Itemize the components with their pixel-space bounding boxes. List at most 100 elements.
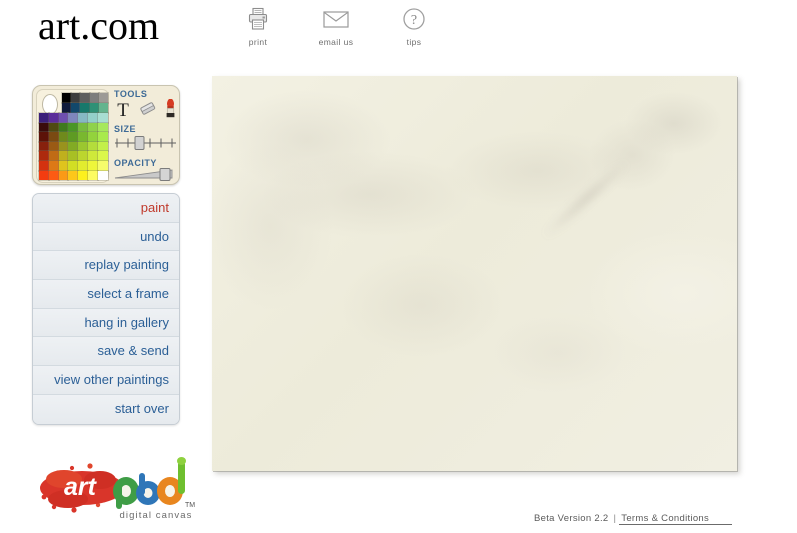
menu-item-view-other-paintings[interactable]: view other paintings bbox=[33, 366, 179, 395]
palette-swatch[interactable] bbox=[38, 170, 50, 181]
paint-canvas[interactable] bbox=[212, 76, 737, 471]
artpad-logo: art TM digital canvas bbox=[38, 455, 198, 523]
palette-swatch[interactable] bbox=[77, 131, 89, 143]
palette-swatch[interactable] bbox=[70, 102, 81, 114]
palette-swatch[interactable] bbox=[98, 92, 109, 104]
top-navigation: print email us ? tips bbox=[230, 4, 442, 47]
palette-swatch[interactable] bbox=[87, 131, 99, 143]
palette-swatch[interactable] bbox=[77, 150, 89, 162]
palette-swatch[interactable] bbox=[89, 92, 100, 104]
palette-swatch[interactable] bbox=[38, 160, 50, 172]
palette-swatch[interactable] bbox=[98, 102, 109, 114]
canvas-texture bbox=[212, 76, 737, 471]
question-circle-icon: ? bbox=[402, 4, 426, 34]
palette-swatch[interactable] bbox=[67, 122, 79, 133]
eraser-tool-button[interactable] bbox=[137, 100, 157, 120]
palette-swatch[interactable] bbox=[67, 170, 79, 181]
palette-swatch[interactable] bbox=[67, 160, 79, 172]
palette-swatch[interactable] bbox=[38, 112, 50, 124]
palette-swatch[interactable] bbox=[79, 92, 91, 104]
palette-swatch[interactable] bbox=[61, 92, 72, 104]
palette-swatch[interactable] bbox=[48, 131, 60, 143]
palette-swatch[interactable] bbox=[70, 92, 81, 104]
menu-item-save-send[interactable]: save & send bbox=[33, 337, 179, 367]
palette-swatch[interactable] bbox=[38, 122, 50, 133]
palette-swatch[interactable] bbox=[58, 131, 69, 143]
palette-swatch[interactable] bbox=[87, 170, 99, 181]
palette-swatch[interactable] bbox=[38, 150, 50, 162]
palette-swatch[interactable] bbox=[67, 141, 79, 152]
palette-swatch[interactable] bbox=[58, 170, 69, 181]
nav-label-email-us: email us bbox=[318, 37, 354, 47]
palette-swatch[interactable] bbox=[97, 141, 109, 152]
artpad-tagline: digital canvas bbox=[120, 510, 193, 521]
size-slider[interactable] bbox=[114, 135, 177, 151]
size-section-label: SIZE bbox=[114, 124, 137, 134]
footer: Beta Version 2.2 | Terms & Conditions bbox=[534, 513, 709, 524]
palette-swatch[interactable] bbox=[58, 112, 69, 124]
palette-swatch[interactable] bbox=[97, 122, 109, 133]
menu-item-hang-in-gallery[interactable]: hang in gallery bbox=[33, 308, 179, 338]
palette-swatch[interactable] bbox=[48, 112, 60, 124]
nav-item-print[interactable]: print bbox=[230, 4, 286, 47]
artpad-word-art: art bbox=[64, 473, 98, 501]
palette-swatch[interactable] bbox=[58, 160, 69, 172]
text-tool-button[interactable]: T bbox=[113, 100, 133, 120]
palette-swatch[interactable] bbox=[67, 150, 79, 162]
palette-swatch[interactable] bbox=[87, 122, 99, 133]
brush-tool-button[interactable] bbox=[161, 98, 181, 120]
palette-swatch[interactable] bbox=[48, 150, 60, 162]
color-palette[interactable] bbox=[36, 89, 109, 183]
terms-and-conditions-link[interactable]: Terms & Conditions bbox=[621, 513, 709, 524]
palette-swatch[interactable] bbox=[67, 112, 79, 124]
palette-swatch[interactable] bbox=[48, 160, 60, 172]
palette-swatch[interactable] bbox=[61, 102, 72, 114]
palette-swatch[interactable] bbox=[97, 150, 109, 162]
artpad-trademark: TM bbox=[185, 502, 195, 509]
palette-swatch[interactable] bbox=[58, 141, 69, 152]
tool-controls: TOOLS T SIZE OPACITY bbox=[112, 86, 181, 184]
palette-swatch[interactable] bbox=[97, 112, 109, 124]
palette-swatch[interactable] bbox=[77, 112, 89, 124]
palette-swatch[interactable] bbox=[87, 160, 99, 172]
palette-swatch[interactable] bbox=[77, 141, 89, 152]
menu-item-replay-painting[interactable]: replay painting bbox=[33, 251, 179, 281]
palette-swatch[interactable] bbox=[77, 122, 89, 133]
menu-item-undo[interactable]: undo bbox=[33, 222, 179, 252]
palette-swatch[interactable] bbox=[48, 122, 60, 133]
palette-swatch[interactable] bbox=[79, 102, 91, 114]
palette-swatch[interactable] bbox=[58, 150, 69, 162]
palette-swatch[interactable] bbox=[48, 141, 60, 152]
palette-swatch[interactable] bbox=[87, 150, 99, 162]
palette-swatch[interactable] bbox=[58, 122, 69, 133]
palette-top-swatches[interactable] bbox=[61, 92, 109, 114]
footer-separator: | bbox=[613, 513, 617, 524]
palette-swatch[interactable] bbox=[97, 160, 109, 172]
palette-swatch[interactable] bbox=[38, 141, 50, 152]
svg-text:?: ? bbox=[411, 13, 417, 28]
current-color-swatch[interactable] bbox=[42, 94, 58, 115]
palette-swatch[interactable] bbox=[77, 160, 89, 172]
palette-swatch[interactable] bbox=[97, 170, 109, 181]
palette-swatch[interactable] bbox=[97, 131, 109, 143]
menu-item-start-over[interactable]: start over bbox=[33, 394, 179, 424]
palette-swatch[interactable] bbox=[87, 141, 99, 152]
palette-swatch[interactable] bbox=[38, 131, 50, 143]
nav-label-tips: tips bbox=[406, 37, 422, 47]
footer-underline bbox=[619, 524, 732, 525]
palette-swatch[interactable] bbox=[89, 102, 100, 114]
eraser-icon bbox=[138, 100, 157, 121]
opacity-slider[interactable] bbox=[114, 167, 178, 182]
beta-version-text: Beta Version 2.2 bbox=[534, 513, 609, 524]
artpad-word-pad bbox=[113, 457, 186, 509]
nav-item-email-us[interactable]: email us bbox=[308, 4, 364, 47]
palette-main-swatches[interactable] bbox=[38, 112, 109, 181]
palette-swatch[interactable] bbox=[77, 170, 89, 181]
palette-swatch[interactable] bbox=[67, 131, 79, 143]
palette-swatch[interactable] bbox=[48, 170, 60, 181]
menu-item-paint[interactable]: paint bbox=[33, 194, 179, 223]
tools-panel: TOOLS T SIZE OPACITY bbox=[32, 85, 180, 185]
menu-item-select-a-frame[interactable]: select a frame bbox=[33, 280, 179, 309]
palette-swatch[interactable] bbox=[87, 112, 99, 124]
nav-item-tips[interactable]: ? tips bbox=[386, 4, 442, 47]
